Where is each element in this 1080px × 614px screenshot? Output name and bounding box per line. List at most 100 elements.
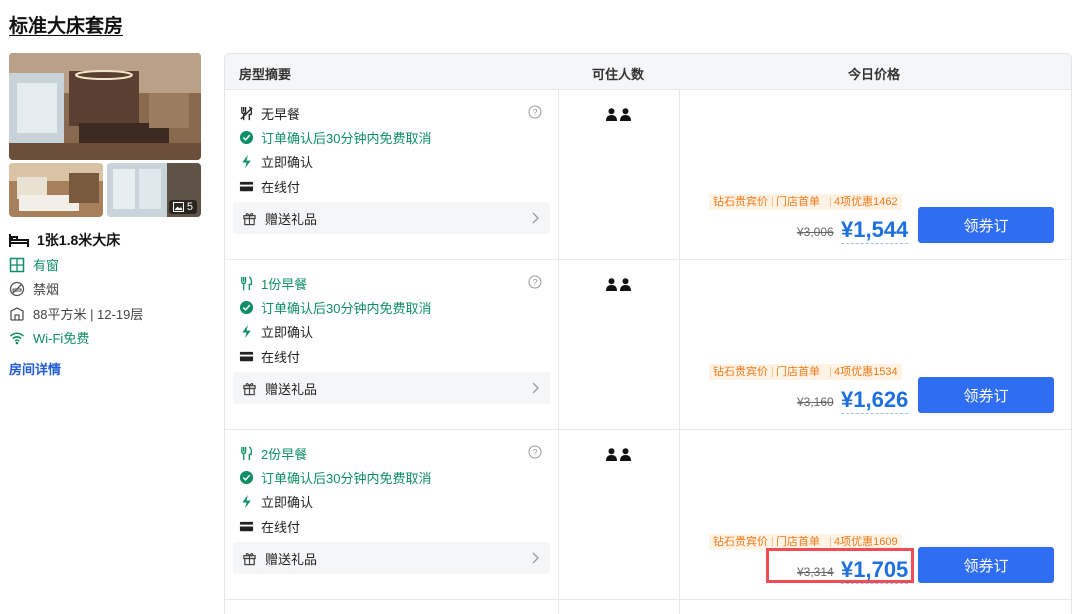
payment-method: 在线付 bbox=[239, 177, 300, 196]
help-icon[interactable]: ? bbox=[528, 105, 542, 119]
price-highlight-box bbox=[766, 548, 914, 583]
person-icon bbox=[620, 278, 631, 291]
column-divider bbox=[679, 259, 680, 429]
image-icon bbox=[172, 202, 184, 212]
chevron-right-icon bbox=[532, 382, 539, 394]
column-divider bbox=[558, 429, 559, 599]
column-divider bbox=[558, 259, 559, 429]
smoking-label: 禁烟 bbox=[33, 282, 60, 297]
check-circle-icon bbox=[239, 130, 254, 145]
room-photo-thumb-image bbox=[9, 163, 103, 217]
payment-method: 在线付 bbox=[239, 347, 300, 366]
meal-info: 无早餐 bbox=[239, 104, 300, 123]
column-divider bbox=[679, 599, 680, 614]
help-icon[interactable]: ? bbox=[528, 275, 542, 289]
check-circle-icon bbox=[239, 300, 254, 315]
cancel-policy: 订单确认后30分钟内免费取消 bbox=[239, 298, 431, 317]
chevron-right-icon bbox=[532, 552, 539, 564]
cancel-label: 订单确认后30分钟内免费取消 bbox=[261, 131, 432, 146]
help-icon[interactable]: ? bbox=[528, 445, 542, 459]
original-price: ¥3,006 bbox=[797, 225, 834, 239]
book-button[interactable]: 领券订 bbox=[918, 547, 1054, 583]
promo-tag: 钻石贵宾价 bbox=[713, 196, 768, 208]
payment-method: 在线付 bbox=[239, 517, 300, 536]
breakfast-icon bbox=[241, 276, 253, 291]
promo-tags: 钻石贵宾价 门店首单 4项优惠1534 bbox=[709, 364, 902, 380]
cancel-label: 订单确认后30分钟内免费取消 bbox=[261, 471, 432, 486]
gift-label: 赠送礼品 bbox=[265, 381, 318, 397]
promo-tag: 门店首单 bbox=[772, 194, 824, 210]
confirm-policy: 立即确认 bbox=[239, 492, 313, 511]
meal-info: 2份早餐 bbox=[239, 444, 307, 463]
card-icon bbox=[239, 181, 254, 192]
person-icon bbox=[606, 108, 617, 121]
gift-bar[interactable]: 赠送礼品 bbox=[233, 542, 550, 574]
gift-icon bbox=[243, 382, 256, 395]
room-photo-thumb[interactable]: 5 bbox=[107, 163, 201, 217]
person-icon bbox=[620, 448, 631, 461]
promo-tag: 钻石贵宾价 bbox=[713, 536, 768, 548]
column-divider bbox=[679, 89, 680, 259]
column-divider bbox=[558, 89, 559, 259]
lightning-icon bbox=[242, 154, 251, 169]
gift-icon bbox=[243, 212, 256, 225]
price-block: ¥3,006 ¥1,544 bbox=[795, 215, 913, 245]
confirm-label: 立即确认 bbox=[261, 495, 314, 510]
promo-tag: 4项优惠1534 bbox=[830, 364, 902, 380]
table-header: 房型摘要 可住人数 今日价格 bbox=[225, 54, 1071, 90]
confirm-policy: 立即确认 bbox=[239, 152, 313, 171]
room-wifi: Wi-Fi免费 bbox=[9, 328, 89, 347]
check-circle-icon bbox=[239, 470, 254, 485]
meal-label: 2份早餐 bbox=[261, 447, 308, 462]
wifi-icon bbox=[10, 332, 24, 344]
guest-count bbox=[606, 448, 631, 461]
room-photo-main[interactable] bbox=[9, 53, 201, 160]
original-price: ¥3,160 bbox=[797, 395, 834, 409]
no-smoking-icon bbox=[9, 281, 25, 296]
book-button[interactable]: 领券订 bbox=[918, 377, 1054, 413]
column-divider bbox=[558, 599, 559, 614]
bed-icon bbox=[9, 234, 29, 247]
room-smoking: 禁烟 bbox=[9, 279, 59, 298]
promo-tags: 钻石贵宾价 门店首单 4项优惠1462 bbox=[709, 194, 902, 210]
svg-text:?: ? bbox=[532, 108, 537, 118]
svg-text:?: ? bbox=[532, 278, 537, 288]
payment-label: 在线付 bbox=[261, 350, 301, 365]
promo-tag: 钻石贵宾价 bbox=[713, 366, 768, 378]
no-breakfast-icon bbox=[240, 106, 253, 121]
price-block: ¥3,160 ¥1,626 bbox=[795, 385, 913, 415]
breakfast-icon bbox=[241, 446, 253, 461]
room-detail-link[interactable]: 房间详情 bbox=[9, 359, 61, 378]
current-price[interactable]: ¥1,626 bbox=[841, 387, 909, 414]
cancel-policy: 订单确认后30分钟内免费取消 bbox=[239, 128, 431, 147]
person-icon bbox=[606, 278, 617, 291]
lightning-icon bbox=[242, 324, 251, 339]
header-guests: 可住人数 bbox=[592, 67, 645, 82]
header-price: 今日价格 bbox=[848, 67, 901, 82]
wifi-label: Wi-Fi免费 bbox=[33, 331, 90, 346]
confirm-label: 立即确认 bbox=[261, 325, 314, 340]
window-icon bbox=[9, 257, 25, 272]
book-button[interactable]: 领券订 bbox=[918, 207, 1054, 243]
current-price[interactable]: ¥1,544 bbox=[841, 217, 909, 244]
room-photo-thumb[interactable] bbox=[9, 163, 103, 217]
room-bed: 1张1.8米大床 bbox=[9, 230, 120, 250]
gift-bar[interactable]: 赠送礼品 bbox=[233, 202, 550, 234]
meal-label: 1份早餐 bbox=[261, 277, 308, 292]
column-divider bbox=[679, 429, 680, 599]
room-photo-image bbox=[9, 53, 201, 160]
rate-table: 房型摘要 可住人数 今日价格 无早餐 ? 订单确认后30分钟内免费取消 立即确认… bbox=[224, 53, 1072, 614]
gift-icon bbox=[243, 552, 256, 565]
payment-label: 在线付 bbox=[261, 520, 301, 535]
lightning-icon bbox=[242, 494, 251, 509]
area-floor-label: 88平方米 | 12-19层 bbox=[33, 307, 144, 322]
cancel-policy: 订单确认后30分钟内免费取消 bbox=[239, 468, 431, 487]
promo-tag: 门店首单 bbox=[772, 364, 824, 380]
bed-label: 1张1.8米大床 bbox=[37, 232, 121, 248]
svg-text:?: ? bbox=[532, 448, 537, 458]
gift-bar[interactable]: 赠送礼品 bbox=[233, 372, 550, 404]
photo-count: 5 bbox=[186, 201, 193, 213]
payment-label: 在线付 bbox=[261, 180, 301, 195]
chevron-right-icon bbox=[532, 212, 539, 224]
room-title: 标准大床套房 bbox=[9, 16, 124, 37]
